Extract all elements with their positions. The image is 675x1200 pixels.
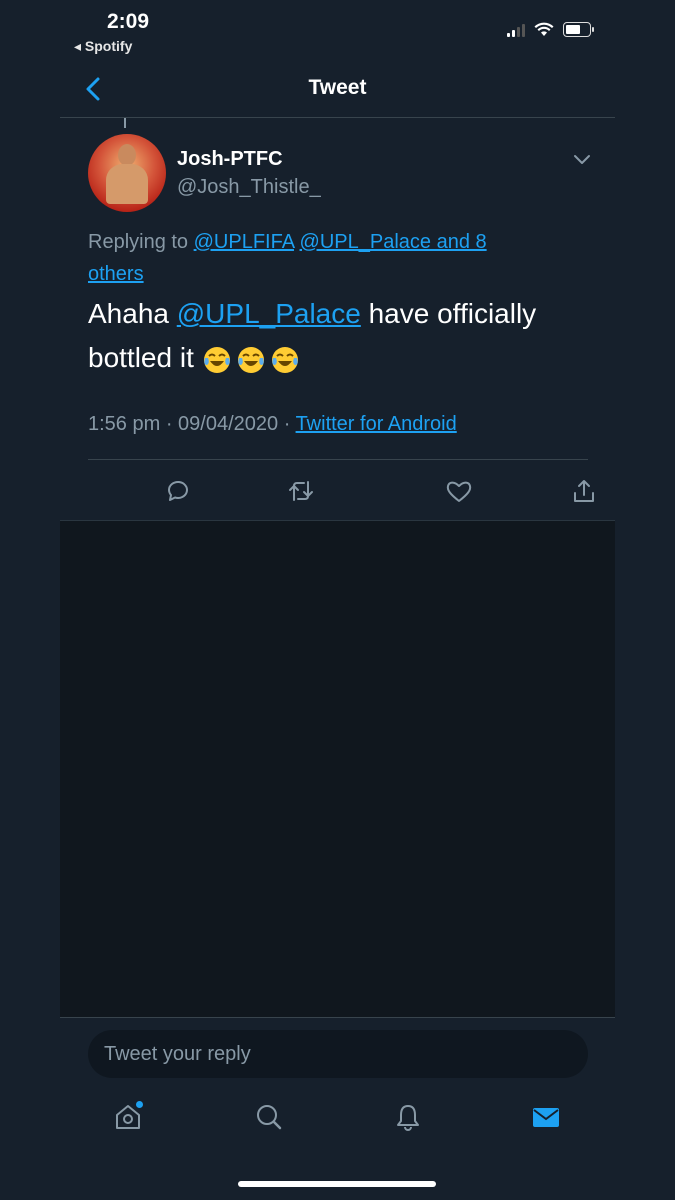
share-icon[interactable]	[569, 476, 599, 506]
replies-area	[60, 520, 615, 1018]
thread-line	[124, 118, 126, 128]
retweet-icon[interactable]	[286, 476, 316, 506]
tweet-timestamp: 1:56 pm · 09/04/2020 ·	[88, 413, 296, 435]
comment-icon[interactable]	[163, 476, 193, 506]
divider	[88, 459, 588, 460]
bell-icon[interactable]	[391, 1100, 425, 1134]
header: Tweet	[60, 60, 615, 118]
tears-of-joy-emoji-icon	[237, 346, 264, 373]
search-icon[interactable]	[252, 1100, 286, 1134]
replying-link-others[interactable]: others	[88, 263, 144, 285]
chevron-down-icon[interactable]	[571, 150, 593, 170]
status-icons	[507, 22, 594, 37]
tweet-text-start: Ahaha	[88, 298, 177, 329]
replying-prefix: Replying to	[88, 231, 194, 253]
tweet-mention[interactable]: @UPL_Palace	[177, 298, 361, 329]
tears-of-joy-emoji-icon	[203, 346, 230, 373]
avatar[interactable]	[88, 134, 166, 212]
replying-to: Replying to @UPLFIFA @UPL_Palace and 8 ot…	[88, 226, 558, 290]
envelope-icon[interactable]	[529, 1100, 563, 1134]
emoji-row	[202, 345, 300, 375]
author-display-name[interactable]: Josh-PTFC	[177, 148, 283, 171]
reply-input[interactable]: Tweet your reply	[88, 1030, 588, 1078]
signal-icon	[507, 23, 525, 37]
status-time: 2:09	[107, 10, 150, 33]
tweet-actions	[88, 470, 594, 514]
tweet-meta: 1:56 pm · 09/04/2020 · Twitter for Andro…	[88, 413, 457, 436]
tweet-screen: 2:09 ◂ Spotify Tweet Josh-PTFC @Josh_Thi…	[60, 0, 615, 1200]
back-to-spotify-link[interactable]: ◂ Spotify	[74, 38, 132, 55]
replying-link-upl-palace[interactable]: @UPL_Palace and 8	[300, 231, 487, 253]
replying-link-uplfifa[interactable]: @UPLFIFA	[194, 231, 294, 253]
wifi-icon	[534, 22, 554, 36]
author-handle[interactable]: @Josh_Thistle_	[177, 176, 321, 199]
home-indicator[interactable]	[238, 1181, 436, 1187]
battery-icon	[563, 22, 594, 37]
page-title: Tweet	[308, 76, 367, 99]
tweet-source-link[interactable]: Twitter for Android	[296, 413, 457, 435]
notification-dot	[136, 1101, 143, 1108]
tab-bar	[60, 1090, 615, 1150]
tears-of-joy-emoji-icon	[271, 346, 298, 373]
tweet-text: Ahaha @UPL_Palace have officially bottle…	[88, 292, 578, 380]
reply-placeholder: Tweet your reply	[104, 1043, 251, 1065]
heart-icon[interactable]	[444, 476, 474, 506]
